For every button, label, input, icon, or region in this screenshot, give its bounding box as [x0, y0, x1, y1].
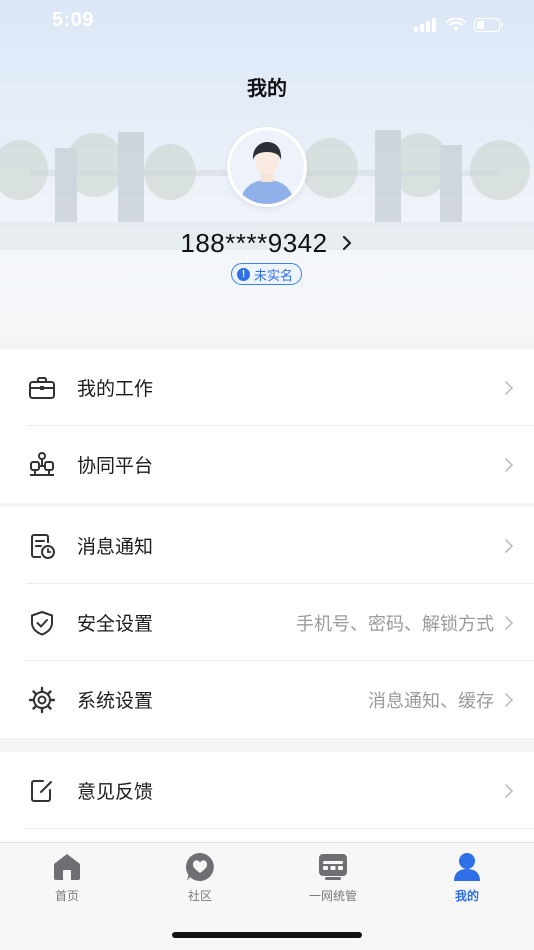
feedback-edit-icon [31, 779, 52, 802]
briefcase-icon [29, 376, 55, 399]
message-notification-icon [31, 533, 55, 559]
chevron-right-icon [505, 692, 513, 707]
menu-item-label: 协同平台 [77, 455, 154, 477]
signal-icon [414, 18, 436, 32]
tab-label: 一网统管 [308, 889, 357, 903]
page-title: 我的 [247, 76, 287, 100]
profile-icon [454, 853, 480, 881]
status-icons [414, 18, 504, 32]
menu-item-feedback[interactable]: 意见反馈 [0, 752, 534, 829]
wifi-icon [446, 18, 466, 31]
tab-profile[interactable]: 我的 [422, 851, 512, 911]
menu-item-value: 消息通知、缓存 [368, 690, 494, 712]
phone-row[interactable]: 188****9342 [0, 226, 534, 260]
menu-group-work: 我的工作 协同平台 [0, 349, 534, 503]
home-icon [54, 854, 80, 880]
status-time: 5:09 [52, 9, 95, 31]
tab-label: 我的 [454, 889, 479, 903]
menu-item-notifications[interactable]: 消息通知 [0, 507, 534, 584]
chevron-right-icon [505, 783, 513, 798]
verification-status-badge[interactable]: ! 未实名 [231, 263, 303, 285]
phone-number: 188****9342 [180, 227, 328, 258]
chevron-right-icon [505, 380, 513, 395]
menu-item-value: 手机号、密码、解锁方式 [296, 613, 494, 635]
menu-item-label: 安全设置 [77, 613, 154, 635]
shield-check-icon [31, 610, 53, 635]
menu-item-security[interactable]: 安全设置 手机号、密码、解锁方式 [0, 584, 534, 661]
exclamation-icon: ! [237, 267, 250, 281]
avatar[interactable] [227, 127, 307, 207]
menu-group-settings: 消息通知 安全设置 手机号、密码、解锁方式 系统设置 消息通知、缓存 [0, 507, 534, 738]
battery-icon [474, 18, 503, 32]
menu-group-feedback: 意见反馈 [0, 752, 534, 842]
chevron-right-icon [342, 235, 351, 251]
tab-label: 首页 [54, 889, 79, 903]
gear-icon [28, 686, 56, 713]
menu-item-my-work[interactable]: 我的工作 [0, 349, 534, 426]
home-indicator [172, 932, 362, 938]
tab-home[interactable]: 首页 [22, 851, 112, 911]
collaboration-icon [30, 451, 54, 476]
chevron-right-icon [505, 457, 513, 472]
unified-management-icon [319, 854, 347, 880]
menu-item-label: 我的工作 [77, 378, 154, 400]
menu-item-collaboration[interactable]: 协同平台 [0, 426, 534, 503]
menu-item-label: 消息通知 [77, 536, 154, 558]
badge-label: 未实名 [254, 268, 294, 284]
menu-item-system-settings[interactable]: 系统设置 消息通知、缓存 [0, 661, 534, 738]
tab-unified-management[interactable]: 一网统管 [288, 851, 378, 911]
tab-label: 社区 [187, 889, 212, 903]
default-avatar-icon [230, 130, 304, 204]
status-bar: 5:09 [0, 0, 534, 44]
menu-item-label: 意见反馈 [77, 781, 154, 803]
chevron-right-icon [505, 615, 513, 630]
community-heart-icon [185, 853, 214, 881]
chevron-right-icon [505, 538, 513, 553]
tab-community[interactable]: 社区 [155, 851, 245, 911]
menu-item-label: 系统设置 [77, 690, 154, 712]
